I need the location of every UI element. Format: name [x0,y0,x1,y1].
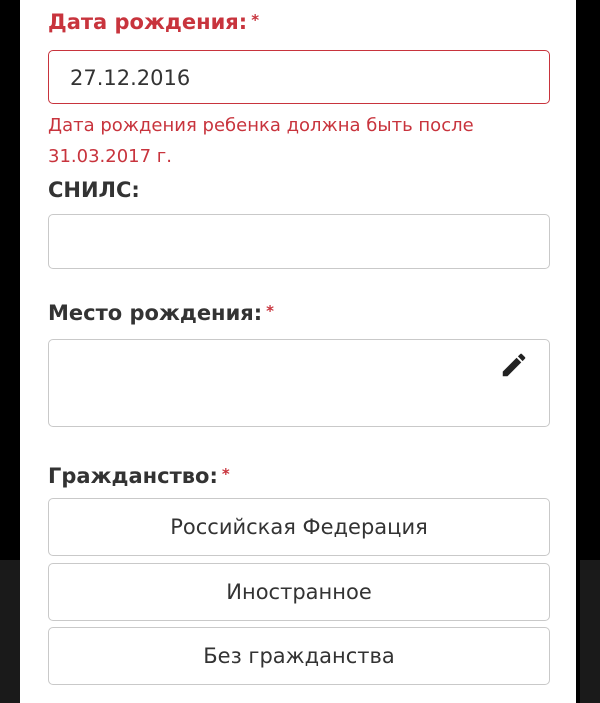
birth-date-input[interactable]: 27.12.2016 [48,50,550,104]
citizenship-option-label: Российская Федерация [170,515,428,539]
left-backdrop [0,0,20,703]
birth-place-label-text: Место рождения: [48,301,263,325]
birth-place-label: Место рождения: * [48,299,274,327]
citizenship-label: Гражданство: * [48,462,230,490]
citizenship-option-label: Без гражданства [203,644,395,668]
snils-label: СНИЛС: [48,176,140,204]
citizenship-option-russian-federation[interactable]: Российская Федерация [48,498,550,556]
citizenship-required-mark: * [221,465,230,483]
right-backdrop-shade [580,560,600,703]
right-backdrop [580,0,600,703]
birth-date-error-message: Дата рождения ребенка должна быть после … [48,115,474,167]
snils-label-text: СНИЛС: [48,178,140,202]
birth-date-label: Дата рождения: * [48,8,259,36]
citizenship-label-text: Гражданство: [48,464,218,488]
birth-date-value: 27.12.2016 [70,66,191,90]
form-card: Дата рождения: * 27.12.2016 Дата рождения… [20,0,576,703]
birth-place-required-mark: * [266,302,275,320]
pencil-icon[interactable] [499,350,529,380]
citizenship-option-stateless[interactable]: Без гражданства [48,627,550,685]
birth-place-input[interactable] [48,339,550,427]
birth-date-label-text: Дата рождения: [48,10,248,34]
citizenship-option-label: Иностранное [226,580,372,604]
citizenship-option-foreign[interactable]: Иностранное [48,563,550,621]
birth-date-required-mark: * [251,11,260,29]
left-backdrop-shade [0,560,20,703]
snils-input[interactable] [48,214,550,269]
